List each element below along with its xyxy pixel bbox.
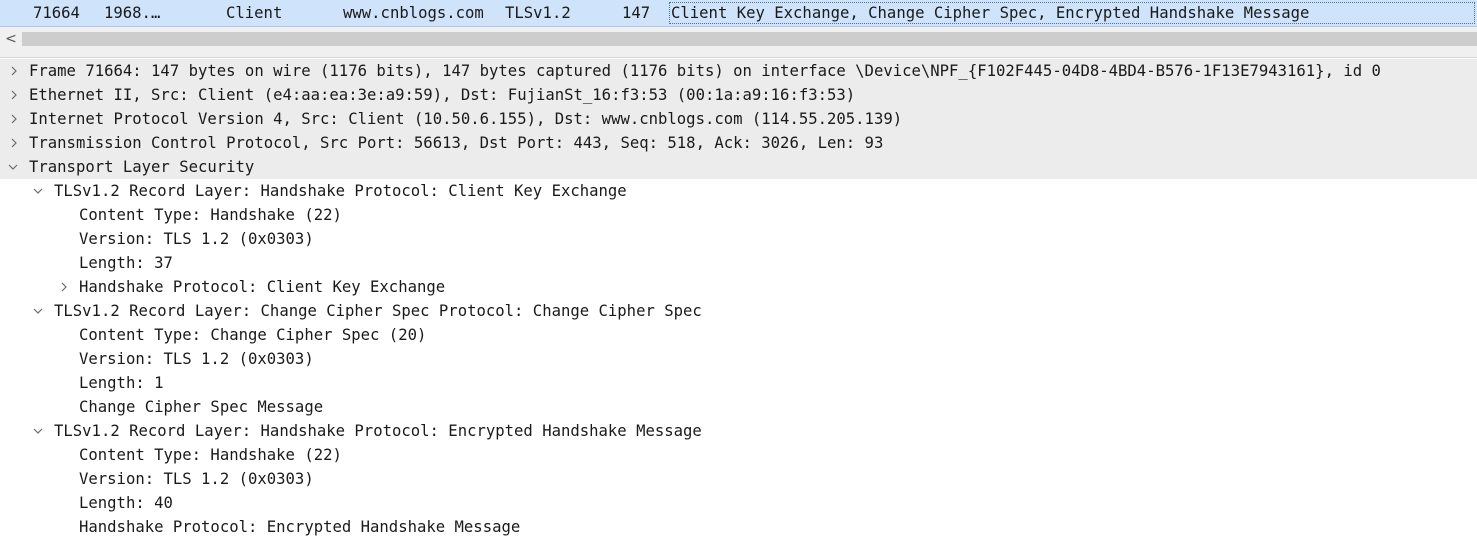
tree-item-field[interactable]: Version: TLS 1.2 (0x0303): [0, 227, 1477, 251]
tree-item-field[interactable]: Handshake Protocol: Encrypted Handshake …: [0, 515, 1477, 539]
packet-source: Client: [226, 4, 283, 22]
tree-item-field[interactable]: Content Type: Handshake (22): [0, 203, 1477, 227]
tree-item-field[interactable]: Length: 40: [0, 491, 1477, 515]
packet-length: 147: [622, 4, 651, 22]
tree-item-tls[interactable]: Transport Layer Security: [0, 155, 1477, 179]
chevron-down-icon[interactable]: [31, 179, 45, 203]
chevron-right-icon[interactable]: [7, 83, 21, 107]
packet-time: 1968.…: [104, 4, 161, 22]
tree-item-label: TLSv1.2 Record Layer: Change Cipher Spec…: [54, 302, 702, 320]
scroll-left-arrow-icon[interactable]: <: [0, 27, 22, 51]
tree-item-field[interactable]: Length: 1: [0, 371, 1477, 395]
packet-details-tree: Frame 71664: 147 bytes on wire (1176 bit…: [0, 59, 1477, 550]
tree-item-field[interactable]: Content Type: Change Cipher Spec (20): [0, 323, 1477, 347]
tree-item-frame[interactable]: Frame 71664: 147 bytes on wire (1176 bit…: [0, 59, 1477, 83]
tree-item-label: Change Cipher Spec Message: [79, 398, 324, 416]
chevron-down-icon[interactable]: [31, 419, 45, 443]
tree-item-label: Transport Layer Security: [29, 158, 255, 176]
chevron-down-icon[interactable]: [6, 155, 20, 179]
chevron-right-icon[interactable]: [7, 107, 21, 131]
tree-item-label: TLSv1.2 Record Layer: Handshake Protocol…: [54, 422, 702, 440]
tree-item-label: Version: TLS 1.2 (0x0303): [79, 470, 314, 488]
tree-item-handshake-protocol[interactable]: Handshake Protocol: Client Key Exchange: [0, 275, 1477, 299]
tree-item-ethernet[interactable]: Ethernet II, Src: Client (e4:aa:ea:3e:a9…: [0, 83, 1477, 107]
tree-item-label: Length: 40: [79, 494, 173, 512]
tree-item-record-1[interactable]: TLSv1.2 Record Layer: Handshake Protocol…: [0, 179, 1477, 203]
tree-item-field[interactable]: Version: TLS 1.2 (0x0303): [0, 347, 1477, 371]
tree-item-label: Content Type: Handshake (22): [79, 446, 342, 464]
tree-item-label: Version: TLS 1.2 (0x0303): [79, 350, 314, 368]
tree-item-label: Content Type: Change Cipher Spec (20): [79, 326, 427, 344]
tree-item-label: Length: 37: [79, 254, 173, 272]
pane-splitter[interactable]: [0, 51, 1477, 58]
packet-protocol: TLSv1.2: [505, 4, 571, 22]
chevron-right-icon[interactable]: [57, 275, 71, 299]
tree-item-label: Ethernet II, Src: Client (e4:aa:ea:3e:a9…: [29, 86, 856, 104]
tree-item-field[interactable]: Change Cipher Spec Message: [0, 395, 1477, 419]
tree-item-label: Version: TLS 1.2 (0x0303): [79, 230, 314, 248]
packet-number: 71664: [33, 4, 80, 22]
tree-item-label: Handshake Protocol: Encrypted Handshake …: [79, 518, 521, 536]
chevron-right-icon[interactable]: [7, 131, 21, 155]
chevron-right-icon[interactable]: [7, 59, 21, 83]
packet-list-row-selected[interactable]: 71664 1968.… Client www.cnblogs.com TLSv…: [0, 0, 1477, 27]
tree-item-label: Internet Protocol Version 4, Src: Client…: [29, 110, 903, 128]
tree-item-label: Content Type: Handshake (22): [79, 206, 342, 224]
tree-item-ip[interactable]: Internet Protocol Version 4, Src: Client…: [0, 107, 1477, 131]
tree-item-label: Handshake Protocol: Client Key Exchange: [79, 278, 446, 296]
tree-item-label: Frame 71664: 147 bytes on wire (1176 bit…: [29, 62, 1381, 80]
tree-item-field[interactable]: Content Type: Handshake (22): [0, 443, 1477, 467]
tree-item-label: Transmission Control Protocol, Src Port:…: [29, 134, 884, 152]
scrollbar-thumb[interactable]: [22, 32, 1477, 46]
tree-item-label: TLSv1.2 Record Layer: Handshake Protocol…: [54, 182, 627, 200]
packet-destination: www.cnblogs.com: [343, 4, 484, 22]
tree-item-record-2[interactable]: TLSv1.2 Record Layer: Change Cipher Spec…: [0, 299, 1477, 323]
tree-item-tcp[interactable]: Transmission Control Protocol, Src Port:…: [0, 131, 1477, 155]
horizontal-scrollbar[interactable]: <: [0, 27, 1477, 51]
packet-info[interactable]: Client Key Exchange, Change Cipher Spec,…: [669, 2, 1475, 24]
tree-item-label: Length: 1: [79, 374, 164, 392]
tree-item-record-3[interactable]: TLSv1.2 Record Layer: Handshake Protocol…: [0, 419, 1477, 443]
chevron-down-icon[interactable]: [31, 299, 45, 323]
tree-item-field[interactable]: Length: 37: [0, 251, 1477, 275]
tree-item-field[interactable]: Version: TLS 1.2 (0x0303): [0, 467, 1477, 491]
